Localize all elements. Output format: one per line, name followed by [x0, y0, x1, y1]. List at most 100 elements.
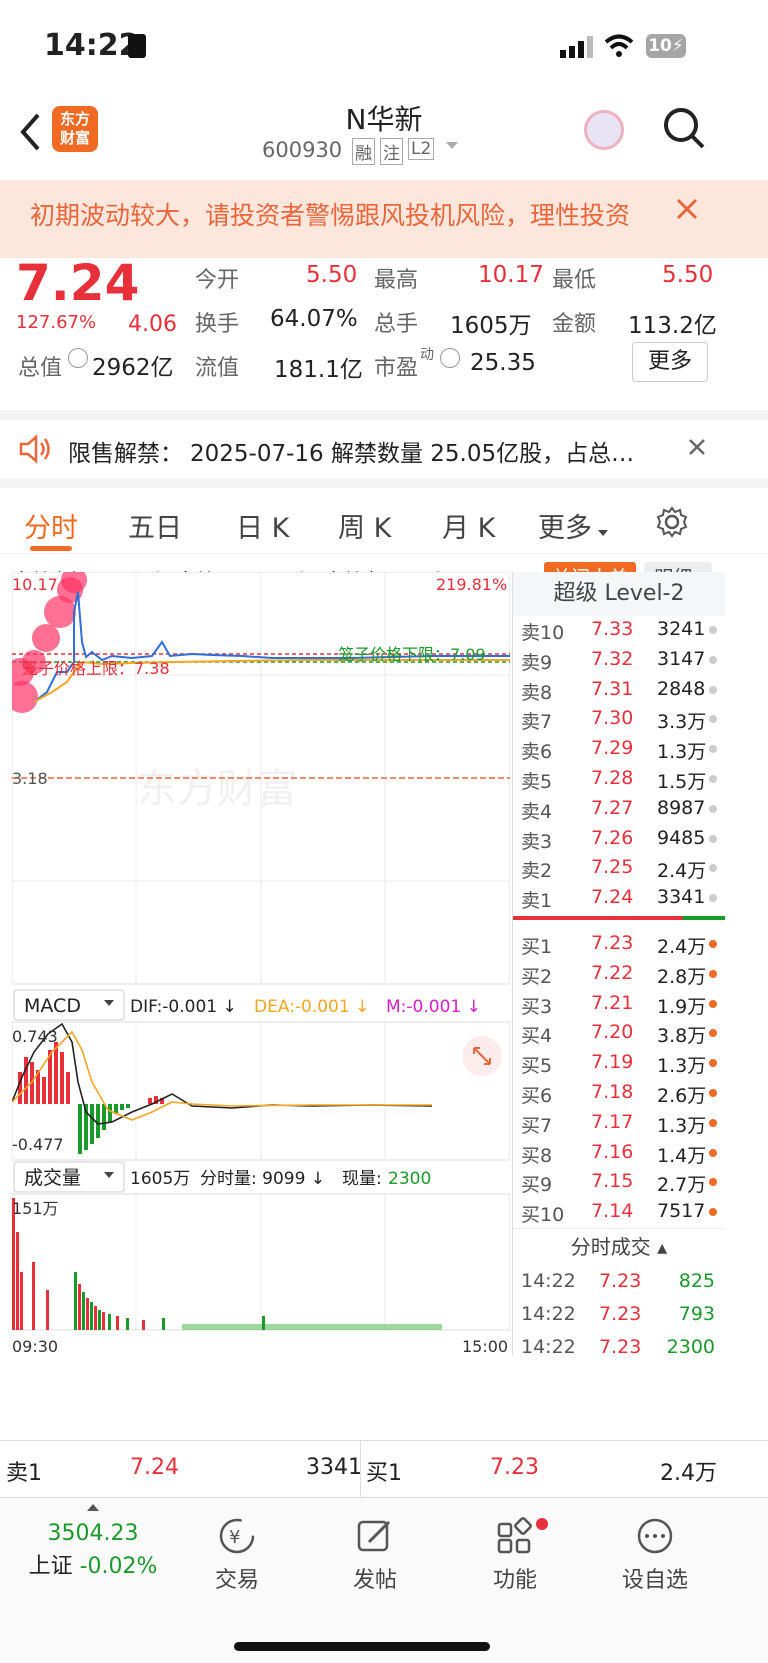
ask-row[interactable]: 卖10 7.33 3241: [513, 614, 737, 645]
ask-level: 卖7: [521, 711, 553, 734]
bid-row[interactable]: 买6 7.18 2.6万: [513, 1077, 737, 1108]
trade-time: 14:22: [521, 1303, 576, 1325]
ask-level: 卖9: [521, 651, 553, 674]
low-label: 最低: [552, 268, 597, 293]
robot-assistant-icon[interactable]: [584, 110, 624, 150]
gear-icon[interactable]: [656, 506, 688, 538]
bid-volume: 2.4万: [657, 936, 707, 958]
nav-bar: 东方 财富 N华新 600930 融 注 L2: [0, 92, 768, 180]
ask-price: 7.32: [591, 647, 634, 670]
bid-row[interactable]: 买9 7.15 2.7万: [513, 1166, 737, 1197]
more-button[interactable]: 更多: [632, 342, 708, 382]
ask-dot-icon: [709, 685, 717, 694]
notice-text: 2025-07-16 解禁数量 25.05亿股，占总…: [190, 441, 635, 467]
bid-dot-icon: [709, 1178, 717, 1187]
ask-dot-icon: [709, 775, 717, 783]
bid-row[interactable]: 买1 7.23 2.4万: [513, 928, 737, 959]
tab-daily-k[interactable]: 日 K: [236, 506, 289, 545]
bid-volume: 2.7万: [657, 1174, 707, 1197]
search-icon[interactable]: [662, 106, 706, 150]
chart-watermark: 东方财富: [137, 766, 297, 812]
ask-row[interactable]: 卖1 7.24 3341: [513, 882, 737, 913]
bid-ask-ratio-bar: [513, 916, 725, 920]
ask-price: 7.29: [591, 737, 634, 760]
ask-volume: 3341: [657, 886, 706, 909]
trade-button[interactable]: ¥ 交易: [172, 1516, 302, 1594]
ask-dot-icon: [709, 715, 717, 724]
ask-volume: 9485: [657, 826, 706, 849]
bid-volume: 1.3万: [657, 1114, 707, 1137]
ask-volume: 3147: [657, 647, 706, 670]
ask-row[interactable]: 卖3 7.26 9485: [513, 823, 737, 854]
bid-price: 7.23: [591, 932, 634, 954]
close-icon[interactable]: [688, 438, 706, 456]
ask-volume: 8987: [657, 796, 706, 819]
bid-row[interactable]: 买2 7.22 2.8万: [513, 958, 737, 989]
macd-min-label: -0.477: [12, 1135, 64, 1154]
tab-weekly-k[interactable]: 周 K: [338, 506, 391, 545]
volume-bars: [12, 1198, 442, 1330]
ask-row[interactable]: 卖9 7.32 3147: [513, 644, 737, 675]
trade-row: 14:22 7.23 2300: [513, 1332, 737, 1365]
post-button[interactable]: 发帖: [310, 1516, 440, 1594]
bid-price: 7.21: [591, 991, 634, 1014]
pe-label: 市盈: [374, 356, 419, 381]
bid-price: 7.16: [591, 1140, 634, 1163]
bid-level: 买8: [521, 1144, 553, 1167]
trade-label: 交易: [214, 1568, 259, 1593]
ask-row[interactable]: 卖4 7.27 8987: [513, 793, 737, 824]
bid-row[interactable]: 买3 7.21 1.9万: [513, 988, 737, 1019]
ask-row[interactable]: 卖8 7.31 2848: [513, 674, 737, 705]
ask-price: 7.24: [591, 886, 634, 909]
dropdown-icon[interactable]: [446, 142, 458, 149]
index-change: -0.02%: [79, 1554, 158, 1579]
bid-row[interactable]: 买7 7.17 1.3万: [513, 1107, 737, 1138]
change-amount: 4.06: [128, 312, 177, 337]
add-watchlist-button[interactable]: 设自选: [590, 1516, 720, 1594]
intraday-chart[interactable]: 东方财富 10.17 219.81% 3.18 笼子价格上限：7.38 笼子价格…: [12, 572, 510, 1356]
tab-five-day[interactable]: 五日: [128, 506, 182, 545]
ask-dot-icon: [709, 655, 717, 664]
bid-price: 7.15: [591, 1170, 634, 1193]
bid-row[interactable]: 买8 7.16 1.4万: [513, 1137, 737, 1168]
bottom-toolbar: 3504.23 上证 -0.02% ¥ 交易 发帖 功能 设自选: [0, 1498, 768, 1663]
bid-level: 买7: [521, 1114, 553, 1137]
home-indicator: [234, 1642, 490, 1651]
close-icon[interactable]: [676, 198, 698, 220]
dif-value: DIF:-0.001 ↓: [130, 997, 237, 1017]
ask-row[interactable]: 卖7 7.30 3.3万: [513, 703, 737, 734]
bid-row[interactable]: 买10 7.14 7517: [513, 1196, 737, 1227]
index-value: 3504.23: [47, 1521, 139, 1546]
more-circle-icon: [637, 1518, 673, 1554]
intraday-chart-svg: 东方财富 10.17 219.81% 3.18 笼子价格上限：7.38 笼子价格…: [12, 572, 510, 1356]
tag-registered: 注: [380, 138, 403, 165]
ask-row[interactable]: 卖2 7.25 2.4万: [513, 852, 737, 883]
bid-level: 买5: [521, 1055, 553, 1078]
bid-row[interactable]: 买5 7.19 1.3万: [513, 1047, 737, 1078]
best-bid-label: 买1: [366, 1461, 402, 1486]
info-icon[interactable]: [440, 348, 460, 368]
ask-row[interactable]: 卖6 7.29 1.3万: [513, 733, 737, 764]
trades-title[interactable]: 分时成交 ▴: [513, 1228, 725, 1264]
last-price: 7.24: [16, 254, 140, 312]
ask-row[interactable]: 卖5 7.28 1.5万: [513, 763, 737, 794]
bid-level: 买10: [521, 1204, 565, 1227]
info-icon[interactable]: [68, 348, 88, 368]
price-high-label: 10.17: [12, 575, 58, 594]
trade-volume: 793: [678, 1303, 715, 1325]
tab-intraday[interactable]: 分时: [24, 506, 78, 545]
volume-label: 总手: [374, 312, 419, 337]
tab-more[interactable]: 更多: [538, 506, 592, 545]
ask-level: 卖1: [521, 890, 553, 913]
tab-monthly-k[interactable]: 月 K: [442, 506, 495, 545]
yen-exchange-icon: ¥: [219, 1518, 255, 1554]
tab-indicator: [30, 546, 72, 551]
ask-level: 卖6: [521, 741, 553, 764]
index-name: 上证: [28, 1554, 73, 1579]
index-widget[interactable]: 3504.23 上证 -0.02%: [18, 1504, 168, 1580]
function-button[interactable]: 功能: [450, 1516, 580, 1594]
bid-row[interactable]: 买4 7.20 3.8万: [513, 1017, 737, 1048]
unlock-notice[interactable]: 限售解禁： 2025-07-16 解禁数量 25.05亿股，占总…: [0, 410, 768, 488]
bid-price: 7.18: [591, 1081, 634, 1103]
bid-volume: 2.6万: [657, 1085, 707, 1107]
